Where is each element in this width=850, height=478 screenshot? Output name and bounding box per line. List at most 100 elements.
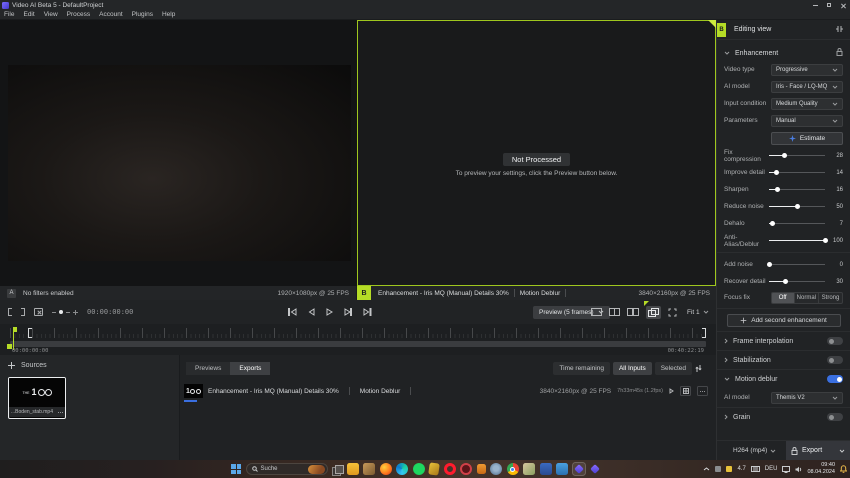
settings-app-icon[interactable] bbox=[490, 463, 502, 475]
menu-edit[interactable]: Edit bbox=[23, 11, 34, 18]
chrome-icon[interactable] bbox=[507, 463, 519, 475]
slider-knob[interactable] bbox=[775, 187, 780, 192]
sort-icon[interactable] bbox=[695, 364, 702, 373]
timeline-trim-in-handle[interactable] bbox=[28, 328, 32, 338]
tab-previews[interactable]: Previews bbox=[186, 362, 230, 375]
menu-help[interactable]: Help bbox=[162, 11, 175, 18]
spotify-icon[interactable] bbox=[413, 463, 425, 475]
reduce-noise-slider[interactable] bbox=[769, 203, 825, 211]
pen-tool-app-icon[interactable] bbox=[428, 462, 440, 475]
timeline-trim-out-handle[interactable] bbox=[702, 328, 706, 338]
recover-detail-slider[interactable] bbox=[769, 278, 825, 286]
split-view-icon[interactable] bbox=[609, 308, 620, 316]
input-condition-dropdown[interactable]: Medium Quality bbox=[771, 98, 843, 110]
chevron-down-icon[interactable] bbox=[839, 449, 845, 453]
add-source-icon[interactable] bbox=[8, 362, 15, 369]
focus-fix-normal-button[interactable]: Normal bbox=[795, 292, 819, 304]
taskbar-clock[interactable]: 09:40 08.04.2024 bbox=[807, 462, 835, 475]
grain-toggle[interactable] bbox=[827, 413, 843, 421]
ai-model-dropdown[interactable]: Iris - Face / LQ-MQ bbox=[771, 81, 843, 93]
timeline-zoom-control[interactable] bbox=[52, 310, 78, 315]
skip-start-button[interactable] bbox=[288, 308, 297, 316]
frame-interpolation-toggle[interactable] bbox=[827, 337, 843, 345]
output-preview-pane[interactable]: Not Processed To preview your settings, … bbox=[357, 20, 716, 286]
trim-out-icon[interactable] bbox=[21, 308, 25, 316]
network-icon[interactable] bbox=[782, 466, 790, 473]
tab-exports[interactable]: Exports bbox=[230, 362, 270, 375]
add-noise-slider[interactable] bbox=[769, 261, 825, 269]
timeline-ruler[interactable] bbox=[10, 328, 706, 338]
export-row[interactable]: 1 Enhancement - Iris MQ (Manual) Details… bbox=[184, 383, 708, 399]
maximize-button[interactable] bbox=[822, 0, 836, 10]
comparison-view-icon[interactable] bbox=[646, 306, 661, 319]
source-more-icon[interactable] bbox=[58, 412, 63, 413]
slider-knob[interactable] bbox=[795, 204, 800, 209]
estimate-button[interactable]: Estimate bbox=[771, 132, 843, 145]
video-ai-icon[interactable] bbox=[589, 463, 601, 475]
trim-in-icon[interactable] bbox=[8, 308, 12, 316]
panel-layout-icon[interactable] bbox=[835, 25, 844, 35]
clear-trim-icon[interactable] bbox=[34, 308, 43, 316]
tray-gpu-value[interactable]: 4.7 bbox=[737, 466, 745, 472]
slider-knob[interactable] bbox=[767, 262, 772, 267]
input-preview-pane[interactable] bbox=[0, 20, 357, 286]
tray-chevron-up-icon[interactable] bbox=[703, 467, 710, 471]
slider-knob[interactable] bbox=[774, 170, 779, 175]
menu-process[interactable]: Process bbox=[67, 11, 90, 18]
fix-compression-slider[interactable] bbox=[769, 152, 825, 160]
video-type-dropdown[interactable]: Progressive bbox=[771, 64, 843, 76]
menu-file[interactable]: File bbox=[4, 11, 14, 18]
grain-row[interactable]: Grain bbox=[717, 407, 850, 426]
file-explorer-icon[interactable] bbox=[347, 463, 359, 475]
slider-knob[interactable] bbox=[823, 238, 828, 243]
anti-alias-deblur-slider[interactable] bbox=[769, 237, 825, 245]
side-a-badge[interactable]: A bbox=[7, 289, 16, 298]
all-inputs-button[interactable]: All Inputs bbox=[613, 362, 652, 375]
edge-icon[interactable] bbox=[396, 463, 408, 475]
volume-icon[interactable] bbox=[795, 466, 802, 473]
taskbar-search[interactable]: Suche bbox=[246, 463, 328, 475]
menu-account[interactable]: Account bbox=[99, 11, 123, 18]
slider-knob[interactable] bbox=[770, 221, 775, 226]
stats-app-icon[interactable] bbox=[556, 463, 568, 475]
zoom-out-icon[interactable] bbox=[52, 312, 56, 313]
export-play-icon[interactable] bbox=[669, 388, 674, 394]
notes-app-icon[interactable] bbox=[523, 463, 535, 475]
time-remaining-button[interactable]: Time remaining bbox=[553, 362, 610, 375]
minimize-button[interactable] bbox=[808, 0, 822, 10]
zoom-in-icon[interactable] bbox=[73, 310, 78, 315]
tray-app-icon-2[interactable] bbox=[726, 466, 732, 472]
side-b-badge[interactable]: B bbox=[357, 286, 371, 300]
motion-deblur-ai-model-dropdown[interactable]: Themis V2 bbox=[771, 392, 843, 404]
fit-zoom-dropdown[interactable]: Fit 1 bbox=[687, 300, 709, 324]
sharpen-slider[interactable] bbox=[769, 186, 825, 194]
zoom-slider-knob[interactable] bbox=[59, 310, 63, 314]
timeline[interactable]: 00:00:00:00 00:40:22:19 bbox=[0, 324, 716, 355]
start-button[interactable] bbox=[231, 464, 241, 474]
frame-interpolation-row[interactable]: Frame interpolation bbox=[717, 331, 850, 350]
export-grid-icon[interactable] bbox=[680, 386, 691, 396]
next-frame-button[interactable] bbox=[344, 308, 352, 316]
menu-view[interactable]: View bbox=[44, 11, 58, 18]
export-more-icon[interactable] bbox=[697, 386, 708, 396]
menu-plugins[interactable]: Plugins bbox=[132, 11, 153, 18]
touch-keyboard-icon[interactable] bbox=[751, 466, 760, 472]
single-view-icon[interactable] bbox=[591, 308, 602, 316]
motion-deblur-toggle[interactable] bbox=[827, 375, 843, 383]
parameters-dropdown[interactable]: Manual bbox=[771, 115, 843, 127]
language-indicator[interactable]: DEU bbox=[765, 466, 778, 472]
opera-icon[interactable] bbox=[444, 463, 456, 475]
playhead-flag[interactable] bbox=[13, 327, 17, 332]
firefox-icon[interactable] bbox=[380, 463, 392, 475]
mail-app-icon[interactable] bbox=[540, 463, 552, 475]
photos-app-icon[interactable] bbox=[363, 463, 375, 475]
stabilization-row[interactable]: Stabilization bbox=[717, 350, 850, 369]
record-app-icon[interactable] bbox=[460, 463, 472, 475]
video-ai-beta-icon[interactable] bbox=[573, 463, 585, 475]
selected-button[interactable]: Selected bbox=[655, 362, 692, 375]
timeline-scrollbar[interactable] bbox=[10, 341, 706, 347]
focus-fix-strong-button[interactable]: Strong bbox=[819, 292, 843, 304]
notifications-bell-icon[interactable] bbox=[840, 465, 847, 473]
motion-deblur-row[interactable]: Motion deblur bbox=[717, 369, 850, 388]
lock-icon[interactable] bbox=[836, 48, 843, 58]
